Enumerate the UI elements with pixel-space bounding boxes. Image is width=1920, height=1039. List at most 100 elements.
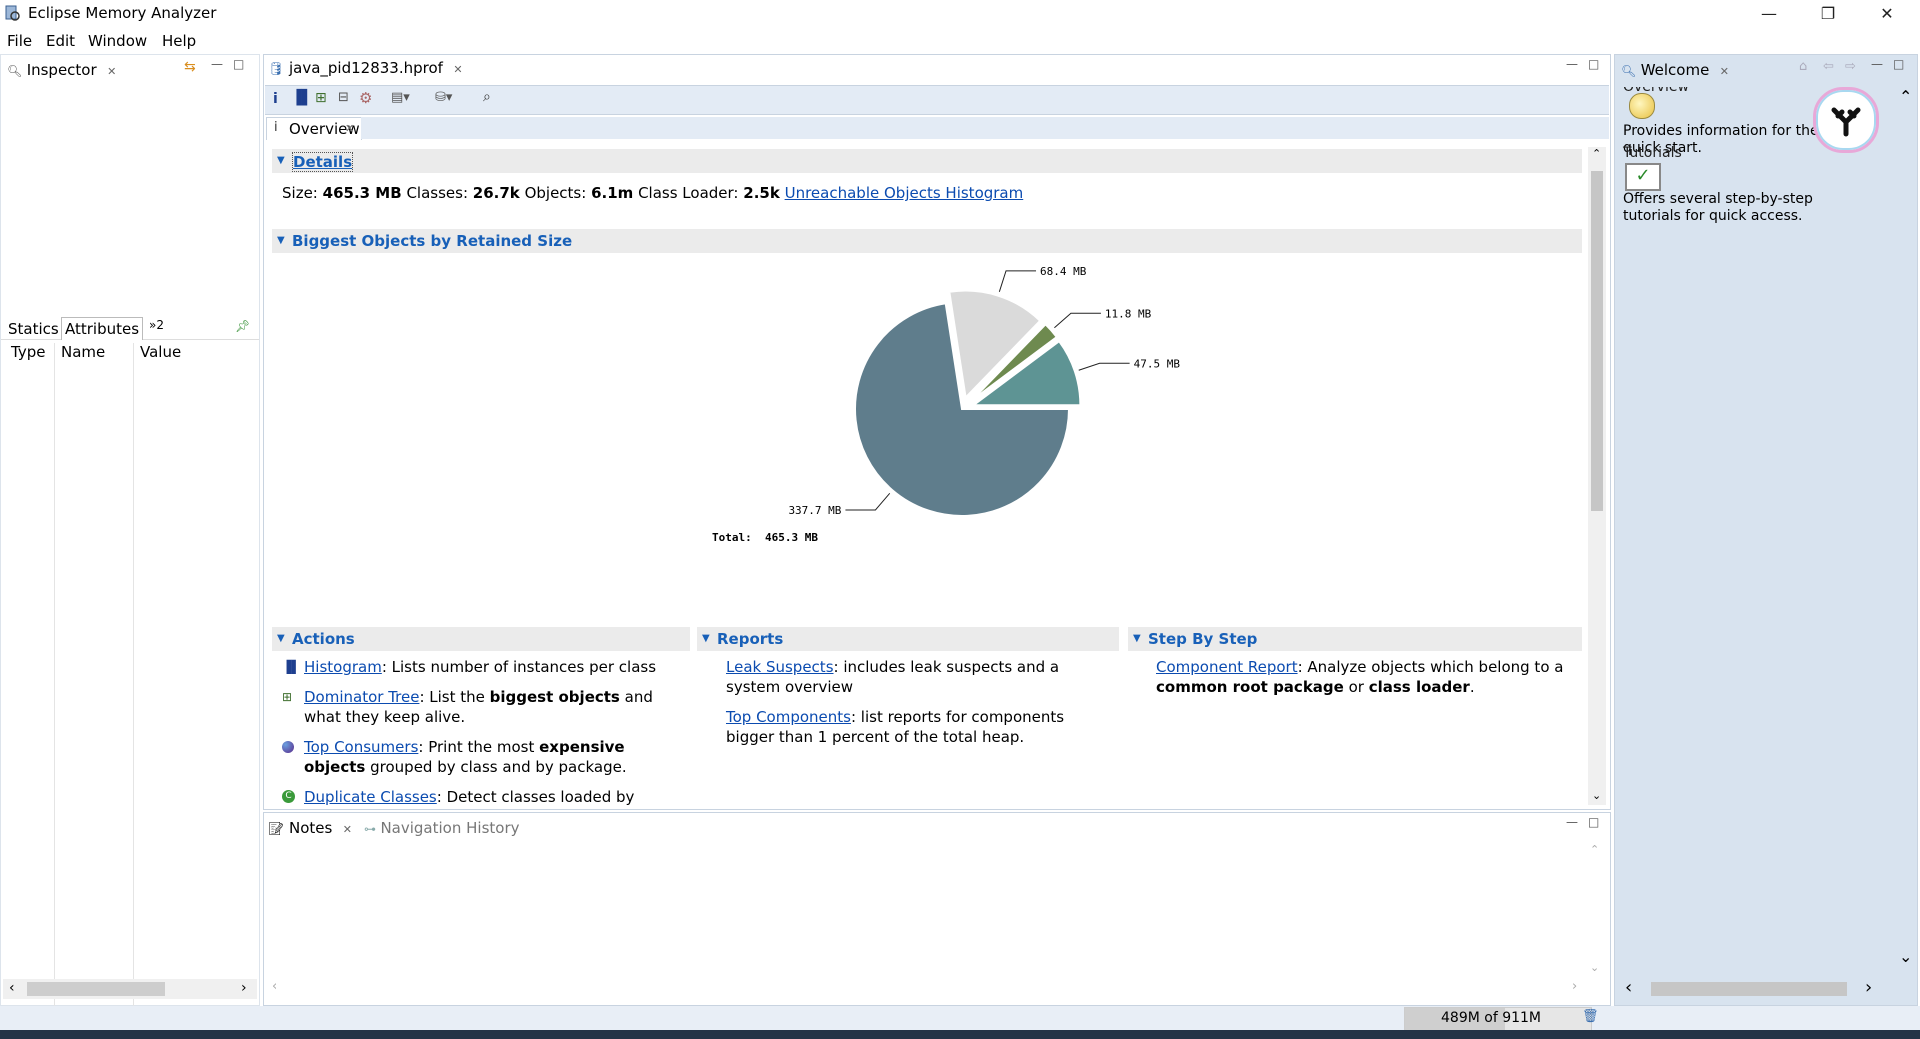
welcome-vertical-scrollbar[interactable]: ⌃ ⌄ — [1895, 87, 1915, 973]
maximize-icon[interactable]: □ — [1588, 57, 1599, 71]
minimize-icon[interactable]: — — [1871, 57, 1883, 71]
top-consumers-link[interactable]: Top Consumers — [304, 738, 418, 756]
biggest-objects-pie-chart: 337.7 MB 68.4 MB 11.8 MB 47.5 MB — [788, 265, 1180, 517]
size-value: 465.3 MB — [322, 184, 402, 202]
expand-triangle-icon: ▼ — [277, 633, 285, 644]
taskbar-strip — [0, 1030, 1920, 1039]
forward-icon[interactable]: ⇨ — [1845, 59, 1856, 74]
welcome-tab[interactable]: 🔍︎ Welcome ✕ — [1621, 61, 1729, 79]
close-icon[interactable]: ✕ — [345, 122, 354, 135]
close-icon[interactable]: ✕ — [107, 65, 116, 78]
gear-icon[interactable]: ⚙︎ — [359, 89, 372, 107]
minimize-icon[interactable]: — — [1566, 57, 1578, 71]
minimize-button[interactable]: — — [1746, 0, 1792, 28]
search-icon[interactable]: ⌕ — [483, 89, 491, 105]
notes-scroll-down[interactable]: ⌄ — [1590, 961, 1599, 974]
link-icon[interactable]: ⇆ — [184, 59, 196, 75]
inspector-pane: 🔍︎ Inspector ✕ ⇆ — □ Statics Attributes … — [0, 54, 260, 1029]
component-report-link[interactable]: Component Report — [1156, 658, 1298, 676]
minimize-icon[interactable]: — — [1566, 815, 1578, 829]
chevron-up-icon[interactable]: ⌃ — [1592, 147, 1601, 160]
minimize-icon[interactable]: — — [211, 57, 223, 71]
action-item-dominator: ⊞ Dominator Tree: List the biggest objec… — [282, 687, 682, 727]
reports-section-header[interactable]: ▼ Reports — [697, 627, 1119, 651]
tutorials-title[interactable]: Tutorials — [1623, 145, 1682, 161]
chevron-right-icon[interactable]: › — [1865, 977, 1872, 998]
dominator-tree-icon[interactable]: ⊞ — [315, 90, 327, 106]
back-icon[interactable]: ⇦ — [1823, 59, 1834, 74]
tab-more[interactable]: »2 — [149, 318, 164, 332]
overview-title[interactable]: Overview — [1623, 87, 1689, 95]
notes-tab[interactable]: 📝︎ Notes ✕ — [268, 819, 352, 837]
column-name[interactable]: Name — [61, 343, 105, 361]
column-type[interactable]: Type — [11, 343, 45, 361]
home-icon[interactable]: ⌂ — [1799, 59, 1807, 74]
chevron-down-icon[interactable]: ⌄ — [1899, 947, 1912, 966]
oql-icon[interactable]: ⊟ — [338, 90, 349, 105]
inspector-tab[interactable]: 🔍︎ Inspector ✕ — [7, 61, 116, 79]
query-browser-icon[interactable]: ⛁▾ — [435, 90, 452, 105]
editor-pane: 🛢︎ java_pid12833.hprof ✕ — □ i ▐▌ ⊞ ⊟ ⚙︎… — [263, 54, 1611, 810]
notes-scroll-left[interactable]: ‹ — [272, 979, 277, 994]
scroll-thumb[interactable] — [27, 982, 165, 996]
close-icon[interactable]: ✕ — [453, 63, 462, 76]
notes-scroll-right[interactable]: › — [1572, 979, 1577, 994]
scroll-thumb[interactable] — [1591, 171, 1603, 511]
dominator-tree-link[interactable]: Dominator Tree — [304, 688, 419, 706]
maximize-icon[interactable]: □ — [233, 57, 244, 71]
menu-file[interactable]: File — [7, 32, 32, 50]
notes-scroll-up[interactable]: ⌃ — [1590, 843, 1599, 856]
actions-section-header[interactable]: ▼ Actions — [272, 627, 690, 651]
chevron-left-icon[interactable]: ‹ — [9, 980, 15, 996]
leak-suspects-link[interactable]: Leak Suspects — [726, 658, 834, 676]
chevron-down-icon[interactable]: ⌄ — [1592, 789, 1601, 802]
history-icon: ⊶ — [364, 822, 376, 836]
close-icon[interactable]: ✕ — [1720, 65, 1729, 78]
chevron-left-icon[interactable]: ‹ — [1625, 977, 1632, 998]
chevron-up-icon[interactable]: ⌃ — [1899, 87, 1912, 106]
histogram-icon[interactable]: ▐▌ — [291, 90, 313, 106]
tab-attributes[interactable]: Attributes — [61, 317, 144, 340]
restore-button[interactable]: ❐ — [1805, 0, 1851, 28]
notes-editor[interactable] — [266, 843, 1586, 991]
overview-tab[interactable]: i Overview ✕ — [266, 117, 362, 140]
trash-icon[interactable]: 🗑︎ — [1582, 1009, 1599, 1024]
editor-toolbar: i ▐▌ ⊞ ⊟ ⚙︎ ▤▾ ⛁▾ ⌕ — [265, 85, 1609, 115]
step-by-step-section-header[interactable]: ▼ Step By Step — [1128, 627, 1582, 651]
info-icon[interactable]: i — [273, 91, 278, 107]
menu-window[interactable]: Window — [88, 32, 147, 50]
heap-status[interactable]: 489M of 911M — [1404, 1007, 1592, 1031]
expand-triangle-icon: ▼ — [277, 235, 285, 246]
objects-value: 6.1m — [591, 184, 634, 202]
unreachable-objects-link[interactable]: Unreachable Objects Histogram — [785, 184, 1024, 202]
close-window-button[interactable]: ✕ — [1864, 0, 1910, 28]
histogram-link[interactable]: Histogram — [304, 658, 382, 676]
details-section-header[interactable]: ▼ Details — [272, 149, 1582, 173]
vertical-scrollbar[interactable]: ⌃ ⌄ — [1588, 147, 1606, 805]
class-loader-label: Class Loader: — [638, 184, 739, 202]
size-label: Size: — [282, 184, 318, 202]
tab-statics[interactable]: Statics — [8, 320, 59, 338]
menu-help[interactable]: Help — [162, 32, 196, 50]
editor-tab[interactable]: 🛢︎ java_pid12833.hprof ✕ — [268, 59, 463, 85]
maximize-icon[interactable]: □ — [1588, 815, 1599, 829]
horizontal-scrollbar[interactable]: ‹ › — [3, 979, 257, 999]
navigation-history-tab[interactable]: ⊶ Navigation History — [364, 819, 520, 837]
subtab-strip — [361, 117, 1609, 139]
welcome-icon: 🔍︎ — [1621, 64, 1637, 78]
maximize-icon[interactable]: □ — [1893, 57, 1904, 71]
scroll-thumb[interactable] — [1651, 982, 1847, 996]
biggest-objects-section-header[interactable]: ▼ Biggest Objects by Retained Size — [272, 229, 1582, 253]
duplicate-classes-link[interactable]: Duplicate Classes — [304, 788, 437, 805]
pin-icon[interactable]: 📌︎ — [235, 319, 250, 333]
menu-edit[interactable]: Edit — [46, 32, 75, 50]
welcome-horizontal-scrollbar[interactable]: ‹ › — [1615, 977, 1893, 999]
top-components-link[interactable]: Top Components — [726, 708, 851, 726]
report-icon[interactable]: ▤▾ — [391, 90, 410, 105]
component-report-end: . — [1469, 678, 1475, 696]
memory-analyzer-logo — [1813, 87, 1879, 153]
column-value[interactable]: Value — [140, 343, 181, 361]
status-bar: 489M of 911M 🗑︎ — [0, 1006, 1920, 1031]
chevron-right-icon[interactable]: › — [241, 980, 247, 996]
close-icon[interactable]: ✕ — [343, 823, 352, 836]
